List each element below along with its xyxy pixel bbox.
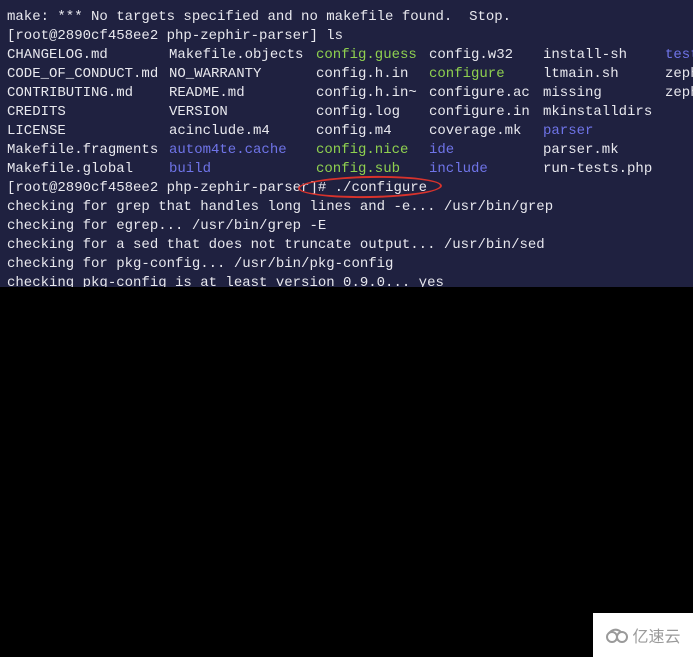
ls-entry: config.log (316, 103, 401, 120)
ls-entry: CODE_OF_CONDUCT.md (7, 65, 159, 82)
ls-entry: CHANGELOG.md (7, 46, 108, 63)
ls-entry: parser (543, 122, 594, 139)
ls-entry: zeph (665, 84, 693, 101)
terminal-line: checking for grep that handles long line… (7, 198, 554, 215)
ls-entry: mkinstalldirs (543, 103, 653, 120)
ls-entry: configure (429, 65, 505, 82)
ls-entry: CREDITS (7, 103, 66, 120)
terminal-line: [root@2890cf458ee2 php-zephir-parser] ls (7, 27, 344, 44)
ls-entry: ide (429, 141, 455, 158)
watermark-text: 亿速云 (632, 627, 681, 646)
ls-entry: config.m4 (316, 122, 392, 139)
ls-entry: coverage.mk (429, 122, 522, 139)
ls-entry: run-tests.php (543, 160, 653, 177)
ls-entry: test (665, 46, 693, 63)
ls-entry: config.h.in~ (316, 84, 417, 101)
ls-entry: missing (543, 84, 602, 101)
terminal-line: checking for egrep... /usr/bin/grep -E (7, 217, 327, 234)
terminal-line: checking pkg-config is at least version … (7, 274, 444, 288)
ls-entry: configure.in (429, 103, 530, 120)
ls-entry: CONTRIBUTING.md (7, 84, 134, 101)
ls-entry: autom4te.cache (169, 141, 287, 158)
ls-entry: LICENSE (7, 122, 66, 139)
ls-entry: include (429, 160, 488, 177)
ls-entry: config.h.in (316, 65, 409, 82)
ls-entry: Makefile.fragments (7, 141, 159, 158)
ls-entry: ltmain.sh (543, 65, 619, 82)
ls-entry: acinclude.m4 (169, 122, 270, 139)
watermark: 亿速云 (593, 613, 693, 657)
terminal-line: checking for pkg-config... /usr/bin/pkg-… (7, 255, 394, 272)
ls-entry: VERSION (169, 103, 228, 120)
ls-entry: config.w32 (429, 46, 514, 63)
ls-entry: install-sh (543, 46, 628, 63)
ls-entry: Makefile.global (7, 160, 134, 177)
ls-entry: parser.mk (543, 141, 619, 158)
ls-entry: config.nice (316, 141, 409, 158)
terminal-line: checking for a sed that does not truncat… (7, 236, 545, 253)
ls-entry: configure.ac (429, 84, 530, 101)
ls-entry: NO_WARRANTY (169, 65, 262, 82)
ls-entry: config.guess (316, 46, 417, 63)
ls-entry: README.md (169, 84, 245, 101)
ls-entry: Makefile.objects (169, 46, 304, 63)
cloud-logo-icon (606, 628, 629, 643)
terminal-window[interactable]: make: *** No targets specified and no ma… (0, 0, 693, 287)
ls-entry: build (169, 160, 212, 177)
ls-entry: zeph (665, 65, 693, 82)
terminal-line: make: *** No targets specified and no ma… (7, 8, 512, 25)
